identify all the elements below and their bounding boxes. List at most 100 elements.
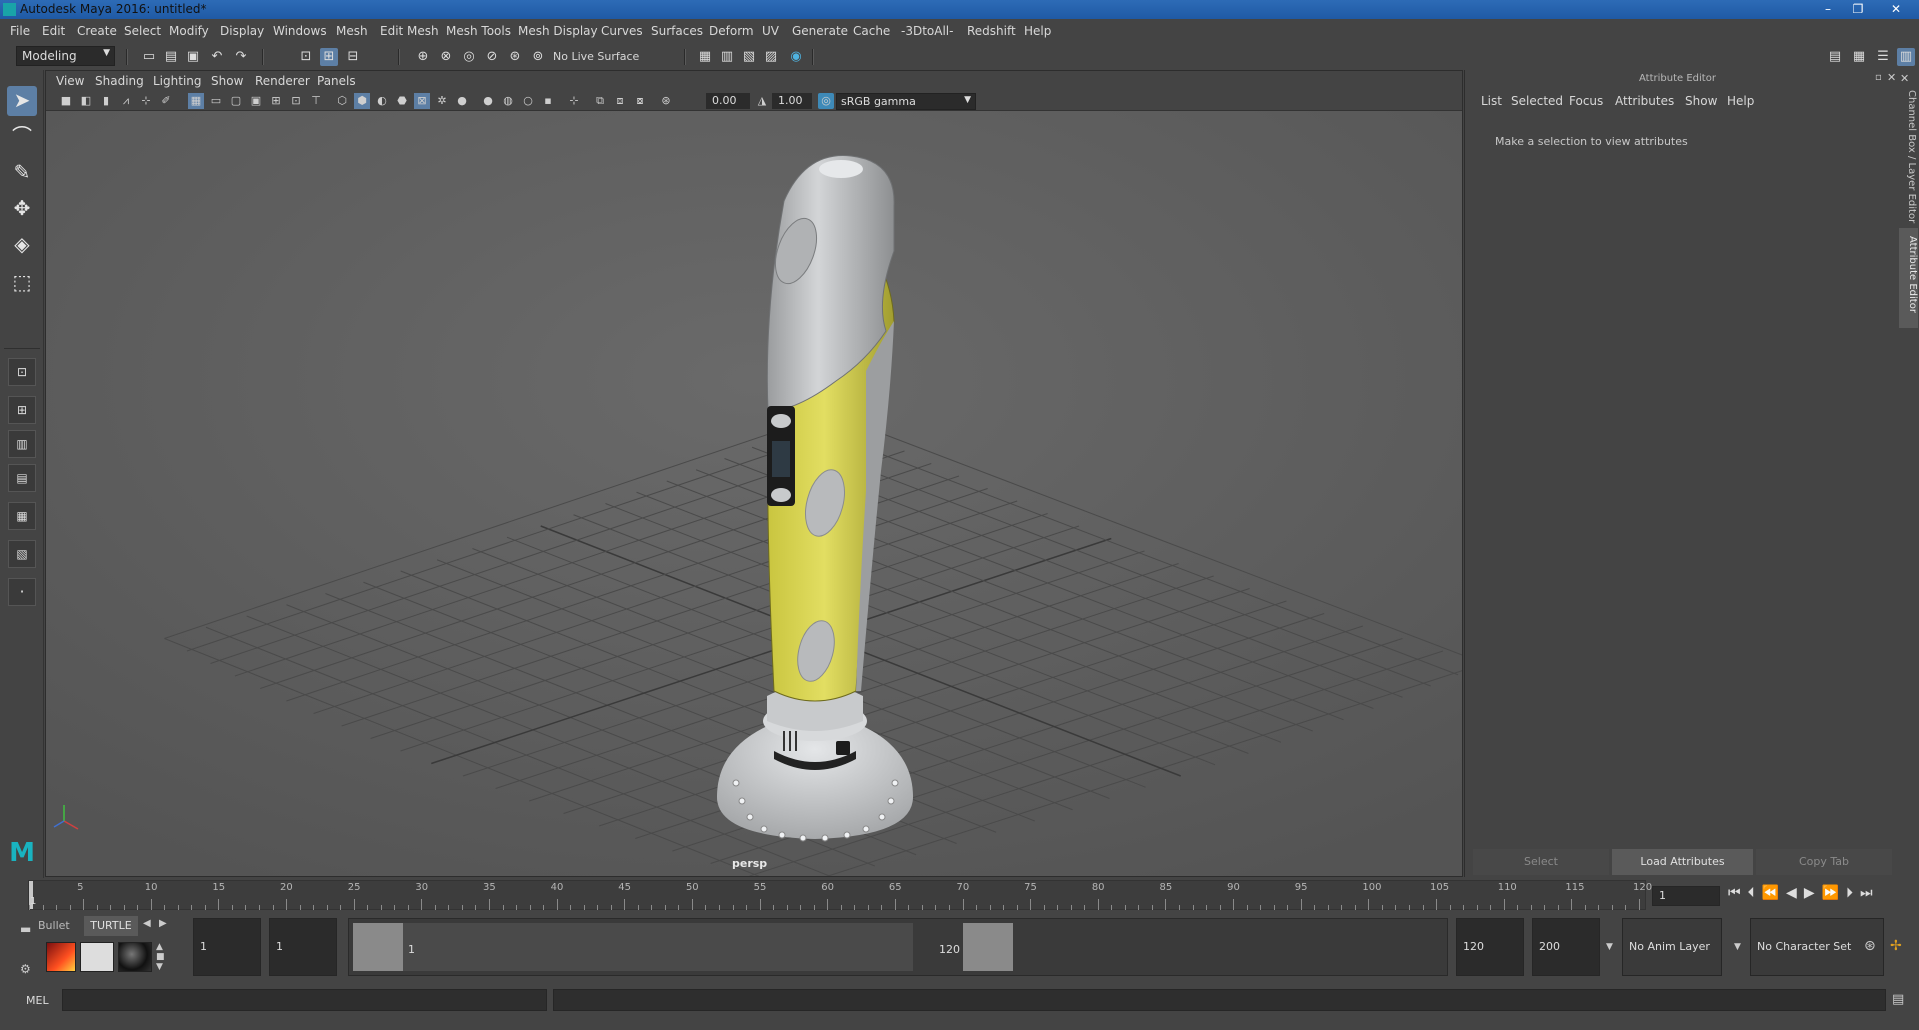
command-language-label[interactable]: MEL <box>26 994 49 1007</box>
playback-start-field[interactable]: 1 <box>269 918 337 976</box>
menu-deform[interactable]: Deform <box>709 24 754 38</box>
anim-layer-field[interactable]: No Anim Layer <box>1622 918 1722 976</box>
attr-menu-selected[interactable]: Selected <box>1511 94 1563 108</box>
xray-joints-icon[interactable]: ⧈ <box>612 93 628 109</box>
camera-select-icon[interactable]: ■ <box>58 93 74 109</box>
paint-select-tool-icon[interactable]: ✎ <box>7 158 37 188</box>
step-forward-key-icon[interactable]: ⏩ <box>1822 885 1846 901</box>
exposure-icon[interactable]: ⊛ <box>658 93 674 109</box>
menu-3dtoall[interactable]: -3DtoAll- <box>901 24 953 38</box>
attribute-editor-tab[interactable]: Attribute Editor <box>1899 228 1918 328</box>
range-start-handle[interactable] <box>353 923 403 971</box>
minimize-button[interactable]: – <box>1813 0 1843 19</box>
hypershade-icon[interactable]: ▨ <box>762 48 780 66</box>
shelf-scroll-left-icon[interactable]: ◀ <box>143 918 151 929</box>
turtle-surface-icon[interactable] <box>118 942 152 972</box>
grease-pencil-icon[interactable]: ✐ <box>158 93 174 109</box>
film-gate-icon[interactable]: ▭ <box>208 93 224 109</box>
snap-pivot-icon[interactable]: ⊚ <box>529 48 547 66</box>
gamma-field[interactable]: 1.00 <box>772 93 812 109</box>
snap-point-icon[interactable]: ◎ <box>460 48 478 66</box>
go-to-start-icon[interactable]: ⏮ <box>1728 885 1748 901</box>
step-back-frame-icon[interactable]: ⏴ <box>1748 885 1762 901</box>
wireframe-on-shaded-icon[interactable]: ⬣ <box>394 93 410 109</box>
attr-menu-list[interactable]: List <box>1481 94 1502 108</box>
menu-help[interactable]: Help <box>1024 24 1051 38</box>
shelf-tab-turtle[interactable]: TURTLE <box>84 916 138 936</box>
exposure-field[interactable]: 0.00 <box>706 93 750 109</box>
custom-layout-icon[interactable]: · <box>8 578 36 606</box>
motion-blur-icon[interactable]: ◍ <box>500 93 516 109</box>
open-scene-icon[interactable]: ▤ <box>162 48 180 66</box>
resolution-gate-icon[interactable]: ▢ <box>228 93 244 109</box>
viewport-menu-lighting[interactable]: Lighting <box>153 74 202 88</box>
bookmark-icon[interactable]: ▮ <box>98 93 114 109</box>
menu-create[interactable]: Create <box>77 24 117 38</box>
restore-button[interactable]: ❐ <box>1843 0 1873 19</box>
menu-mesh-tools[interactable]: Mesh Tools <box>446 24 511 38</box>
safe-title-icon[interactable]: ⊤ <box>308 93 324 109</box>
new-scene-icon[interactable]: ▭ <box>140 48 158 66</box>
close-panel-icon[interactable]: ✕ <box>1887 71 1896 84</box>
camera-attributes-icon[interactable]: ◧ <box>78 93 94 109</box>
menu-edit[interactable]: Edit <box>42 24 65 38</box>
range-end-handle[interactable] <box>963 923 1013 971</box>
snap-grid-icon[interactable]: ⊕ <box>414 48 432 66</box>
menu-generate[interactable]: Generate <box>792 24 848 38</box>
safe-action-icon[interactable]: ⊡ <box>288 93 304 109</box>
lasso-tool-icon[interactable]: ⌒ <box>7 122 37 152</box>
scale-tool-icon[interactable]: ⬚ <box>7 268 37 298</box>
snap-view-plane-icon[interactable]: ⊘ <box>483 48 501 66</box>
smooth-shade-icon[interactable]: ⬢ <box>354 93 370 109</box>
copy-tab-button[interactable]: Copy Tab <box>1756 849 1892 875</box>
undo-icon[interactable]: ↶ <box>208 48 226 66</box>
snap-live-icon[interactable]: ⊛ <box>506 48 524 66</box>
menu-uv[interactable]: UV <box>762 24 779 38</box>
playback-end-field[interactable]: 120 <box>1456 918 1524 976</box>
modeling-toolkit-icon[interactable]: ▤ <box>1826 48 1844 66</box>
menu-curves[interactable]: Curves <box>601 24 643 38</box>
save-scene-icon[interactable]: ▣ <box>184 48 202 66</box>
viewport-menu-renderer[interactable]: Renderer <box>255 74 310 88</box>
live-surface-label[interactable]: No Live Surface <box>553 47 653 67</box>
shelf-scroll-right-icon[interactable]: ▶ <box>159 918 167 929</box>
shadows-icon[interactable]: ● <box>454 93 470 109</box>
load-attributes-button[interactable]: Load Attributes <box>1612 849 1753 875</box>
move-tool-icon[interactable]: ✥ <box>7 194 37 224</box>
attribute-editor-toggle-icon[interactable]: ▦ <box>1850 48 1868 66</box>
single-perspective-layout-icon[interactable]: ⊡ <box>8 358 36 386</box>
tool-settings-icon[interactable]: ☰ <box>1874 48 1892 66</box>
animation-preferences-icon[interactable]: ✢ <box>1890 938 1902 954</box>
turtle-bake-icon[interactable] <box>80 942 114 972</box>
persp-graph-layout-icon[interactable]: ▤ <box>8 464 36 492</box>
use-all-lights-icon[interactable]: ✲ <box>434 93 450 109</box>
select-by-hierarchy-icon[interactable]: ⊡ <box>297 48 315 66</box>
redo-icon[interactable]: ↷ <box>232 48 250 66</box>
step-back-key-icon[interactable]: ⏪ <box>1762 885 1786 901</box>
attr-menu-show[interactable]: Show <box>1685 94 1717 108</box>
scene-canvas[interactable] <box>46 111 1463 877</box>
viewport-panel[interactable]: View Shading Lighting Show Renderer Pane… <box>45 70 1463 877</box>
viewport-menu-shading[interactable]: Shading <box>95 74 144 88</box>
shelf-tab-bullet[interactable]: Bullet <box>38 919 70 932</box>
menu-file[interactable]: File <box>10 24 30 38</box>
range-bar[interactable] <box>353 923 913 971</box>
xray-components-icon[interactable]: ⧇ <box>632 93 648 109</box>
select-by-component-icon[interactable]: ⊟ <box>344 48 362 66</box>
attr-menu-help[interactable]: Help <box>1727 94 1754 108</box>
menu-display[interactable]: Display <box>220 24 264 38</box>
image-plane-icon[interactable]: ⩘ <box>118 93 134 109</box>
time-ruler[interactable]: 1 5 10 15 20 25 30 35 40 45 50 55 60 65 70 75 80 85 90 95 1… <box>28 880 1652 910</box>
render-frame-icon[interactable]: ▦ <box>696 48 714 66</box>
shelf-settings-icon[interactable]: ⚙ <box>20 962 31 976</box>
menu-cache[interactable]: Cache <box>853 24 890 38</box>
render-view-icon[interactable]: ◉ <box>787 48 805 66</box>
play-forwards-icon[interactable]: ▶ <box>1804 885 1822 901</box>
wireframe-icon[interactable]: ⬡ <box>334 93 350 109</box>
two-d-pan-icon[interactable]: ⊹ <box>138 93 154 109</box>
textured-icon[interactable]: ⊠ <box>414 93 430 109</box>
snap-curve-icon[interactable]: ⊗ <box>437 48 455 66</box>
float-panel-icon[interactable]: ▫ <box>1875 72 1882 83</box>
gate-mask-icon[interactable]: ▣ <box>248 93 264 109</box>
attr-menu-attributes[interactable]: Attributes <box>1615 94 1674 108</box>
